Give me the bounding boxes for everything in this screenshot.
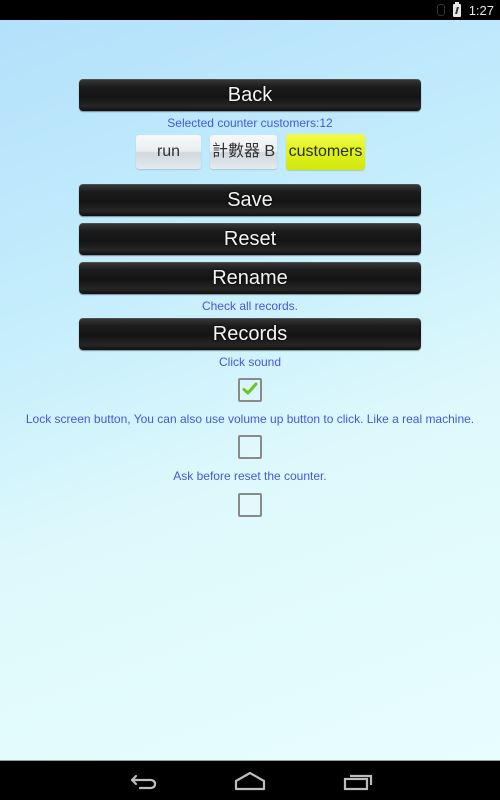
navigation-bar <box>0 760 500 800</box>
status-bar: 1:27 <box>0 0 500 20</box>
ask-reset-checkbox[interactable] <box>238 493 262 517</box>
back-button[interactable]: Back <box>79 79 421 111</box>
bluetooth-icon <box>436 4 445 16</box>
reset-button[interactable]: Reset <box>79 223 421 255</box>
counter-customers-button[interactable]: customers <box>286 134 365 170</box>
ask-reset-label: Ask before reset the counter. <box>173 469 327 483</box>
main-content: Back Selected counter customers:12 run 計… <box>0 20 500 760</box>
checkmark-icon <box>242 382 258 395</box>
save-button[interactable]: Save <box>79 184 421 216</box>
rename-button[interactable]: Rename <box>79 262 421 294</box>
counter-b-button[interactable]: 計數器 B <box>210 135 277 169</box>
counter-selector: run 計數器 B customers <box>0 134 500 171</box>
selected-counter-label: Selected counter customers:12 <box>167 116 333 130</box>
records-button[interactable]: Records <box>79 318 421 350</box>
home-icon[interactable] <box>230 769 270 793</box>
back-icon[interactable] <box>124 769 164 793</box>
lock-screen-label: Lock screen button, You can also use vol… <box>25 412 475 426</box>
counter-run-button[interactable]: run <box>136 135 201 169</box>
recent-apps-icon[interactable] <box>337 769 377 793</box>
clock: 1:27 <box>468 2 494 18</box>
click-sound-label: Click sound <box>218 355 282 369</box>
battery-icon <box>452 1 461 17</box>
click-sound-checkbox[interactable] <box>238 378 262 402</box>
check-records-caption: Check all records. <box>201 299 299 313</box>
lock-screen-checkbox[interactable] <box>238 435 262 459</box>
